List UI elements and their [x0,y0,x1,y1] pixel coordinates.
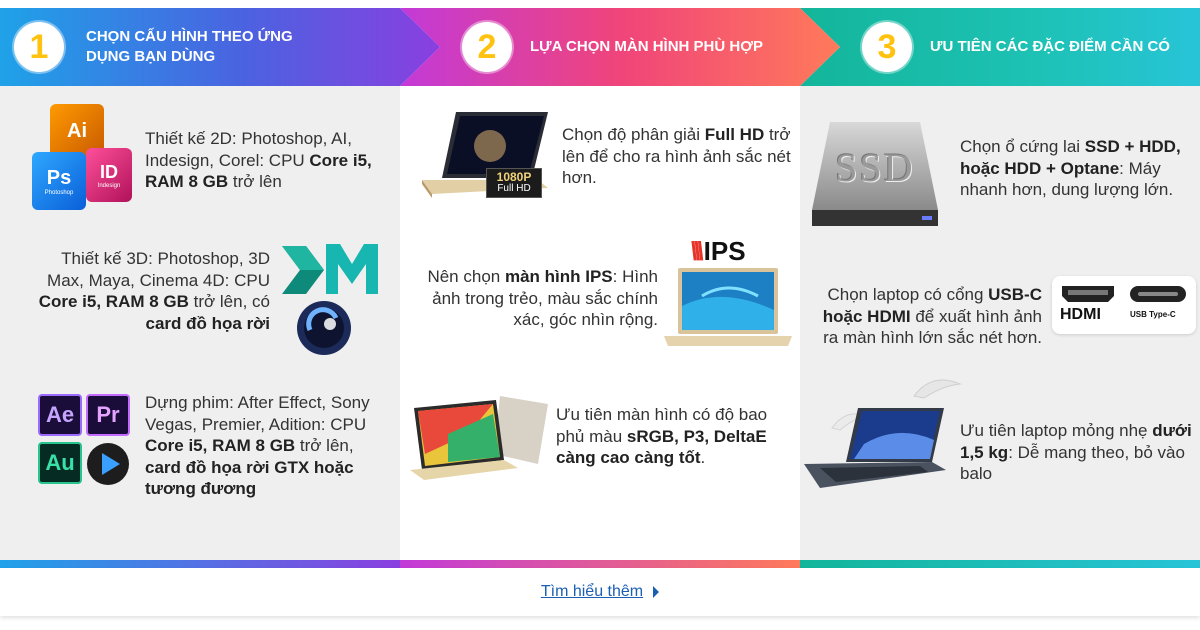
ssd-label: SSD [835,145,915,190]
step-1-number: 1 [14,22,64,72]
maya-icon [326,244,378,294]
ips-stripes-icon: \\\ [690,236,704,266]
premiere-icon: Pr [86,394,130,436]
config-3d-text: Thiết kế 3D: Photoshop, 3D Max, Maya, Ci… [38,249,270,333]
step-1-band: 1 CHỌN CẤU HÌNH THEO ỨNG DỤNG BẠN DÙNG [0,8,440,86]
fullhd-badge: 1080P Full HD [486,168,542,198]
display-color-text: Ưu tiên màn hình có độ bao phủ màu sRGB,… [556,405,768,467]
bottom-strip-2 [400,560,800,568]
vegas-play-icon [87,443,129,485]
laptop-thin-image [804,408,946,488]
cinema4d-icon [297,301,351,355]
photoshop-icon: Ps Photoshop [32,152,86,210]
step-2-number: 2 [462,22,512,72]
feature-storage-text: Chọn ổ cứng lai SSD + HDD, hoặc HDD + Op… [960,137,1181,199]
step-2-title: LỰA CHỌN MÀN HÌNH PHÙ HỢP [530,38,764,55]
config-2d-text: Thiết kế 2D: Photoshop, AI, Indesign, Co… [145,129,372,191]
config-video-text: Dựng phim: After Effect, Sony Vegas, Pre… [145,393,370,498]
ips-logo: \\\ IPS [690,236,746,266]
after-effects-icon: Ae [38,394,82,436]
3dsmax-icon [282,246,324,294]
learn-more-link[interactable]: Tìm hiểu thêm [541,583,660,601]
footer-bar: Tìm hiểu thêm [0,568,1200,616]
laptop-color-image [410,396,548,480]
step-3-band: 3 ƯU TIÊN CÁC ĐẶC ĐIỂM CẦN CÓ [800,8,1200,86]
hdmi-label: HDMI [1060,306,1101,323]
column-configuration: Ai Ps Photoshop ID Indesign Thiết kế 2D:… [0,86,400,560]
display-ips-text: Nên chọn màn hình IPS: Hình ảnh trong tr… [427,267,658,329]
step-1-title: CHỌN CẤU HÌNH THEO ỨNG DỤNG BẠN DÙNG [86,28,293,65]
hdmi-port-icon [1062,286,1114,302]
column-features: SSD Chọn ổ cứng lai SSD + HDD, hoặc HDD … [800,86,1200,560]
usbc-label: USB Type-C [1130,310,1176,319]
step-2-band: 2 LỰA CHỌN MÀN HÌNH PHÙ HỢP [400,8,840,86]
step-3-number: 3 [862,22,912,72]
usbc-port-icon [1130,286,1186,302]
bottom-strip-3 [800,560,1200,568]
indesign-icon: ID Indesign [86,148,132,202]
ports-panel: HDMI USB Type-C [1052,276,1196,334]
step-3-title: ƯU TIÊN CÁC ĐẶC ĐIỂM CẦN CÓ [930,38,1170,55]
audition-icon: Au [38,442,82,484]
adobe-2d-icons: Ai Ps Photoshop ID Indesign [32,104,132,222]
bottom-strip-1 [0,560,400,568]
steps-header: 1 CHỌN CẤU HÌNH THEO ỨNG DỤNG BẠN DÙNG 2… [0,8,1200,86]
caret-right-icon [653,586,660,598]
display-fullhd-text: Chọn độ phân giải Full HD trở lên để cho… [562,125,791,187]
feature-ports-text: Chọn laptop có cổng USB-C hoặc HDMI để x… [822,285,1042,347]
laptop-ips-image [664,268,792,346]
feather-icon [913,379,962,399]
feature-weight-text: Ưu tiên laptop mỏng nhẹ dưới 1,5 kg: Dễ … [960,421,1192,483]
column-display: 1080P Full HD Chọn độ phân giải Full HD … [400,86,800,560]
